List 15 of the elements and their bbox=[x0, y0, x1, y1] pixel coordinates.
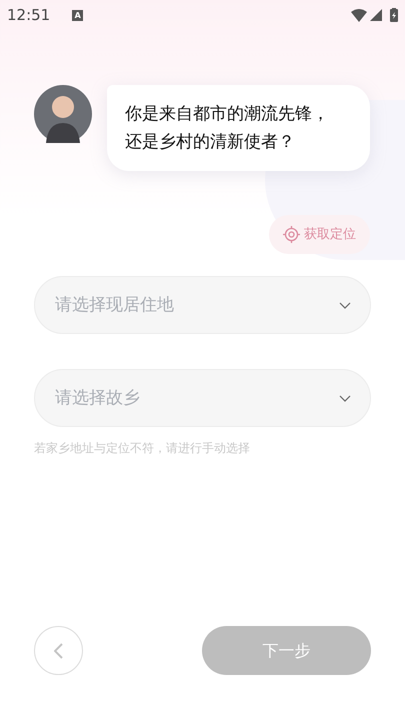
avatar bbox=[34, 85, 92, 143]
chevron-down-icon bbox=[339, 395, 351, 402]
select-field[interactable]: 请选择现居住地 bbox=[34, 276, 371, 334]
chevron-down-icon bbox=[339, 302, 351, 309]
select-field[interactable]: 请选择故乡 bbox=[34, 369, 371, 427]
question-bubble: 你是来自都市的潮流先锋，还是乡村的清新使者？ bbox=[107, 85, 370, 171]
wifi-icon bbox=[351, 8, 367, 22]
locate-button[interactable]: 获取定位 bbox=[269, 215, 370, 254]
status-time: 12:51 bbox=[7, 4, 50, 26]
battery-icon bbox=[390, 8, 398, 22]
back-button[interactable] bbox=[34, 626, 83, 675]
chevron-left-icon bbox=[54, 642, 63, 658]
signal-icon bbox=[370, 9, 382, 21]
notification-icon: A bbox=[72, 10, 84, 20]
target-icon bbox=[283, 226, 300, 243]
